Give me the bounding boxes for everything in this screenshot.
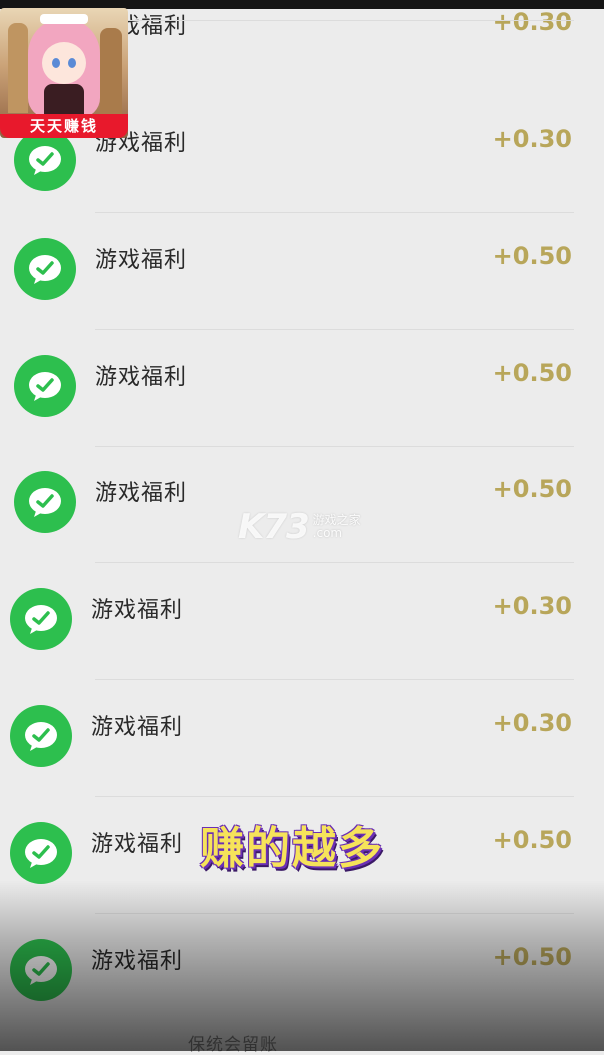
item-title: 游戏福利: [91, 598, 184, 623]
divider: [95, 20, 574, 21]
character-eye: [68, 58, 76, 68]
list-item[interactable]: 游戏福利 +0.50: [0, 213, 604, 330]
item-amount: +0.30: [492, 8, 572, 36]
thumbnail-banner: 天天赚钱: [0, 114, 128, 138]
video-caption: 赚的越多: [200, 823, 384, 874]
item-amount: +0.50: [492, 826, 572, 854]
wechat-icon: [10, 705, 72, 767]
item-amount: +0.30: [492, 125, 572, 153]
item-amount: +0.50: [492, 242, 572, 270]
list-item[interactable]: 游戏福利 +0.30: [0, 680, 604, 797]
wechat-icon: [14, 129, 76, 191]
wechat-icon: [10, 588, 72, 650]
watermark-line2: .com: [312, 526, 343, 540]
list-item[interactable]: 游戏福利 +0.30: [0, 563, 604, 680]
item-amount: +0.50: [492, 475, 572, 503]
item-amount: +0.30: [492, 709, 572, 737]
list-item[interactable]: 游戏福利 +0.50: [0, 914, 604, 1031]
wechat-icon: [14, 471, 76, 533]
game-thumbnail[interactable]: 天天赚钱: [0, 8, 128, 138]
item-amount: +0.30: [492, 592, 572, 620]
castle-tower: [8, 23, 28, 113]
list-item[interactable]: 游戏福利 +0.50: [0, 330, 604, 447]
watermark-brand: K73: [238, 507, 310, 547]
watermark-logo: K73 游戏之家 .com: [238, 507, 361, 547]
item-title: 游戏福利: [95, 365, 188, 390]
wechat-icon: [14, 238, 76, 300]
item-amount: +0.50: [492, 359, 572, 387]
castle-tower: [100, 28, 122, 118]
item-amount: +0.50: [492, 943, 572, 971]
watermark-subtext: 游戏之家 .com: [313, 514, 361, 540]
wechat-icon: [10, 939, 72, 1001]
wechat-icon: [10, 822, 72, 884]
item-title: 游戏福利: [91, 832, 184, 857]
wechat-icon: [14, 355, 76, 417]
item-title: 游戏福利: [91, 949, 184, 974]
footer-subtitle: 保统会留账: [188, 1035, 278, 1055]
item-title: 游戏福利: [91, 715, 184, 740]
item-title: 游戏福利: [95, 481, 188, 506]
character-eye: [52, 58, 60, 68]
character-headdress: [40, 14, 88, 24]
character-face: [42, 42, 86, 84]
item-title: 游戏福利: [95, 248, 188, 273]
